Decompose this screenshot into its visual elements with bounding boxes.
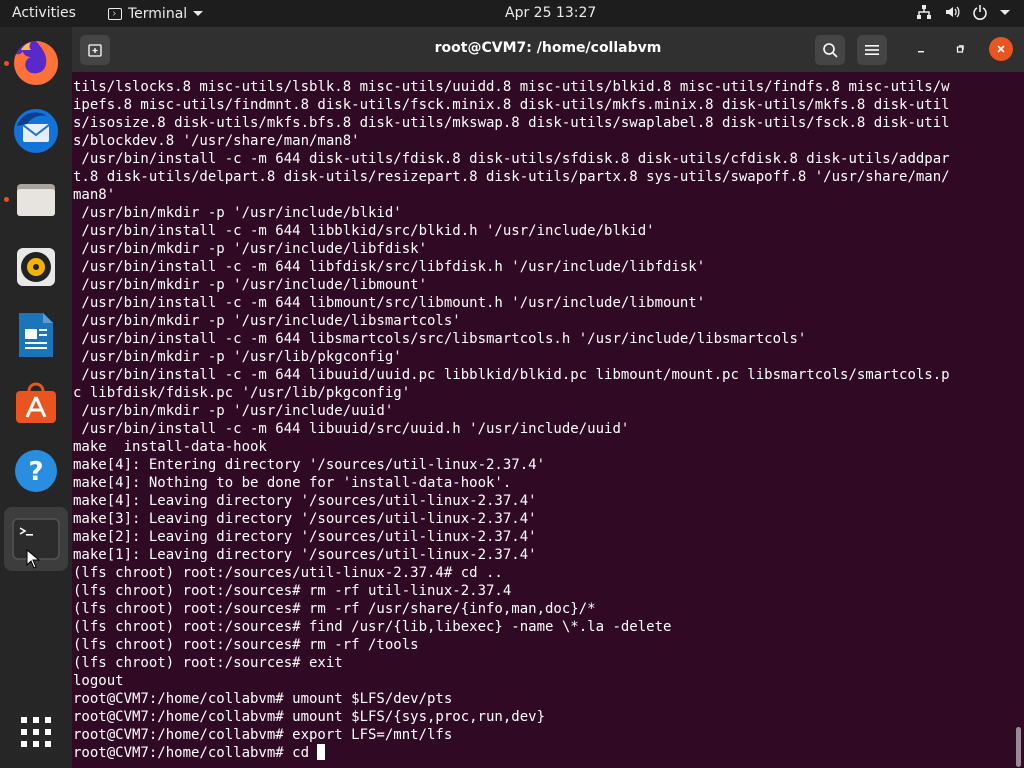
terminal-line: make[2]: Leaving directory '/sources/uti… [73,529,537,545]
dock-item-rhythmbox[interactable] [4,235,68,299]
terminal-line: /usr/bin/install -c -m 644 libsmartcols/… [73,331,807,347]
terminal-line: root@CVM7:/home/collabvm# umount $LFS/{s… [73,709,546,725]
close-button[interactable] [989,37,1013,61]
terminal-output[interactable]: tils/lslocks.8 misc-utils/lsblk.8 misc-u… [72,78,1024,768]
help-icon: ? [15,450,57,492]
terminal-line: /usr/bin/mkdir -p '/usr/lib/pkgconfig' [73,349,402,365]
firefox-icon [14,40,59,85]
prompt-text: root@CVM7:/home/collabvm# cd [73,745,318,761]
terminal-line: /usr/bin/install -c -m 644 libmount/src/… [73,295,706,311]
terminal-line: /usr/bin/mkdir -p '/usr/include/libsmart… [73,313,461,329]
minimize-icon [918,51,924,53]
dock-item-help[interactable]: ? [4,439,68,503]
dock-item-firefox[interactable] [4,31,68,95]
terminal-line: man8' [73,187,116,203]
terminal-line: make[4]: Entering directory '/sources/ut… [73,457,546,473]
top-bar: Activities Terminal Apr 25 13:27 [0,0,1024,27]
terminal-line: s/isosize.8 disk-utils/mkfs.bfs.8 disk-u… [73,115,950,131]
terminal-line: /usr/bin/install -c -m 644 libfdisk/src/… [73,259,706,275]
app-menu[interactable]: Terminal [108,3,204,24]
terminal-line: /usr/bin/install -c -m 644 libblkid/src/… [73,223,655,239]
terminal-line: (lfs chroot) root:/sources# rm -rf util-… [73,583,512,599]
maximize-button[interactable] [948,37,972,61]
terminal-line: /usr/bin/mkdir -p '/usr/include/blkid' [73,205,402,221]
svg-text:?: ? [28,457,43,487]
terminal-line: (lfs chroot) root:/sources# find /usr/{l… [73,619,672,635]
terminal-line: /usr/bin/mkdir -p '/usr/include/libfdisk… [73,241,428,257]
close-icon [997,45,1005,53]
terminal-line: logout [73,673,124,689]
terminal-line: make[4]: Leaving directory '/sources/uti… [73,493,537,509]
clock[interactable]: Apr 25 13:27 [505,5,596,21]
volume-icon [946,6,960,18]
dock: ? [0,27,72,768]
dock-item-thunderbird[interactable] [4,99,68,163]
terminal-line: /usr/bin/install -c -m 644 disk-utils/fd… [73,151,950,167]
rhythmbox-icon [17,248,55,286]
terminal-line: /usr/bin/install -c -m 644 libuuid/src/u… [73,421,630,437]
scrollbar[interactable] [1016,727,1021,767]
prompt-line[interactable]: root@CVM7:/home/collabvm# cd [73,744,1024,762]
terminal-line: root@CVM7:/home/collabvm# export LFS=/mn… [73,727,453,743]
terminal-line: tils/lslocks.8 misc-utils/lsblk.8 misc-u… [73,79,950,95]
thunderbird-icon [14,109,58,153]
app-grid-icon [21,717,51,747]
terminal-line: /usr/bin/mkdir -p '/usr/include/uuid' [73,403,394,419]
terminal-line: ipefs.8 misc-utils/findmnt.8 disk-utils/… [73,97,950,113]
restore-icon [956,45,964,53]
network-icon [917,5,931,19]
search-icon [823,43,838,58]
power-icon [973,5,987,20]
dock-item-terminal[interactable] [4,507,68,571]
terminal-line: make[4]: Nothing to be done for 'install… [73,475,512,491]
terminal-line: make[3]: Leaving directory '/sources/uti… [73,511,537,527]
terminal-app-icon [108,7,122,20]
activities-button[interactable]: Activities [12,5,76,21]
terminal-line: (lfs chroot) root:/sources# exit [73,655,343,671]
terminal-line: (lfs chroot) root:/sources# rm -rf /tool… [73,637,419,653]
mouse-pointer-icon [26,549,40,569]
files-icon [17,184,55,216]
terminal-window[interactable]: root@CVM7: /home/collabvm tils/lslocks.8… [72,27,1024,768]
dock-item-software[interactable] [4,371,68,435]
dock-item-writer[interactable] [4,303,68,367]
text-cursor [317,744,326,760]
software-icon [16,382,56,423]
search-button[interactable] [815,35,845,65]
hamburger-icon [865,45,879,55]
app-menu-label: Terminal [128,5,188,22]
terminal-line: (lfs chroot) root:/sources/util-linux-2.… [73,565,503,581]
system-tray[interactable] [916,4,1010,20]
terminal-line: make[1]: Leaving directory '/sources/uti… [73,547,537,563]
terminal-line: (lfs chroot) root:/sources# rm -rf /usr/… [73,601,596,617]
show-applications-button[interactable] [4,700,68,764]
dock-item-files[interactable] [4,167,68,231]
terminal-line: t.8 disk-utils/delpart.8 disk-utils/resi… [73,169,950,185]
writer-icon [19,313,53,357]
terminal-line: c libfdisk/fdisk.pc '/usr/lib/pkgconfig' [73,385,411,401]
menu-button[interactable] [857,35,887,65]
terminal-line: root@CVM7:/home/collabvm# umount $LFS/de… [73,691,453,707]
chevron-down-icon [193,11,204,16]
chevron-down-icon [1000,9,1010,15]
terminal-line: /usr/bin/install -c -m 644 libuuid/uuid.… [73,367,950,383]
terminal-line: make install-data-hook [73,439,267,455]
minimize-button[interactable] [909,37,933,61]
terminal-line: s/blockdev.8 '/usr/share/man/man8' [73,133,360,149]
terminal-line: /usr/bin/mkdir -p '/usr/include/libmount… [73,277,428,293]
title-bar[interactable]: root@CVM7: /home/collabvm [72,27,1024,72]
